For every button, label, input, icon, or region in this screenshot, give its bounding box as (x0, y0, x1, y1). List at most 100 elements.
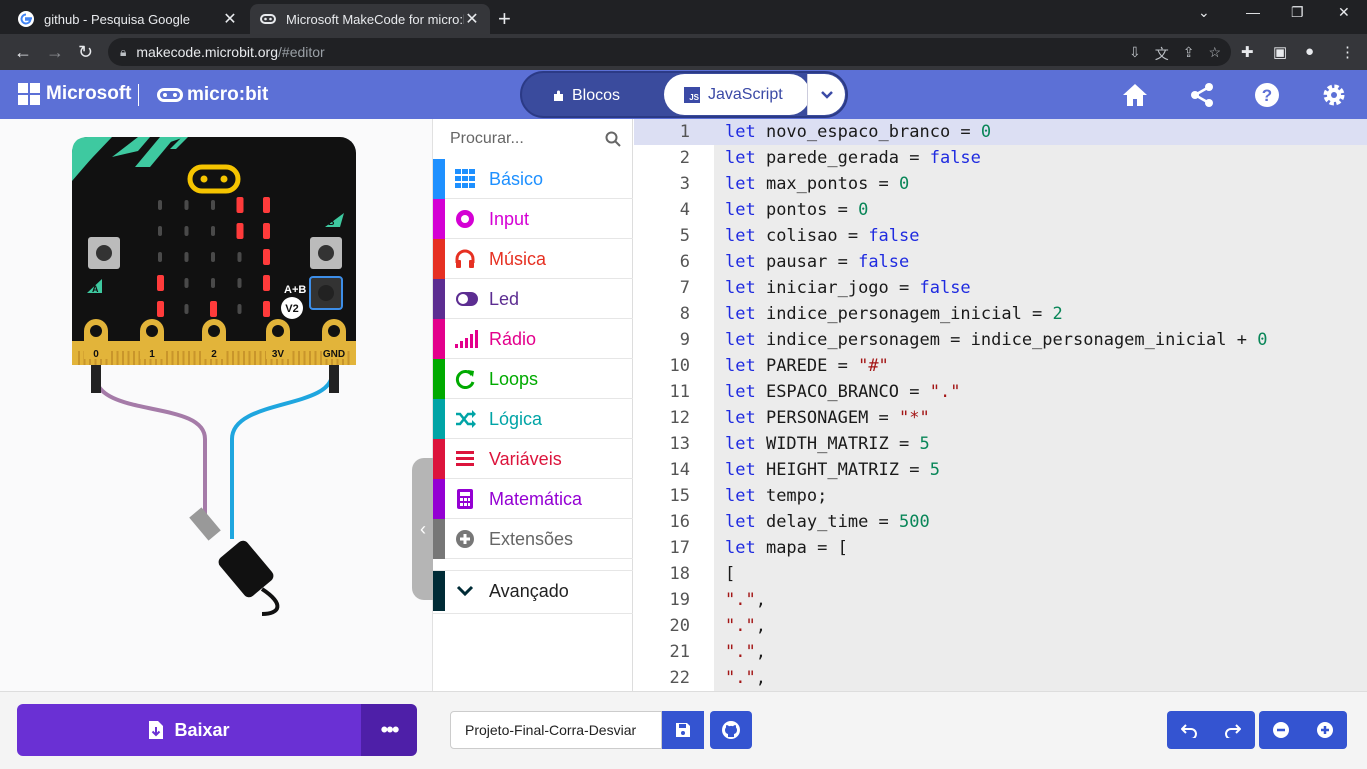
more-options-button[interactable]: ••• (361, 704, 417, 756)
url-field[interactable]: 🔒︎ makecode.microbit.org /#editor ⇩ 文 ⇪ … (108, 38, 1231, 66)
code-line[interactable]: 22 ".", (634, 665, 1367, 691)
toolbox-category-básico[interactable]: Básico (433, 159, 633, 199)
share-icon[interactable]: ⇪ (1183, 44, 1195, 64)
side-panel-icon[interactable]: ▣ (1273, 43, 1287, 61)
code-line[interactable]: 11 let ESPACO_BRANCO = "." (634, 379, 1367, 405)
code-line[interactable]: 9 let indice_personagem = indice_personag… (634, 327, 1367, 353)
save-icon (676, 723, 690, 737)
microbit-icon (157, 88, 183, 102)
category-color-bar (433, 239, 445, 279)
toolbox-category-música[interactable]: Música (433, 239, 633, 279)
code-line[interactable]: 6 let pausar = false (634, 249, 1367, 275)
code-line[interactable]: 8 let indice_personagem_inicial = 2 (634, 301, 1367, 327)
redo-icon[interactable] (1223, 722, 1241, 738)
toolbox-category-rádio[interactable]: Rádio (433, 319, 633, 359)
toolbox-category-extensões[interactable]: Extensões (433, 519, 633, 559)
code-line[interactable]: 5 let colisao = false (634, 223, 1367, 249)
led-on (236, 223, 244, 239)
tab-search-icon[interactable]: ⌄ (1198, 4, 1210, 21)
undo-icon[interactable] (1181, 722, 1199, 738)
line-number: 12 (634, 405, 690, 431)
code-line[interactable]: 10 let PAREDE = "#" (634, 353, 1367, 379)
code-line[interactable]: 16 let delay_time = 500 (634, 509, 1367, 535)
pin-3v[interactable]: 3V (266, 319, 290, 360)
category-color-bar (433, 279, 445, 319)
restore-icon[interactable]: ❐ (1291, 4, 1304, 21)
svg-text:?: ? (1262, 86, 1272, 105)
category-color-bar (433, 199, 445, 239)
line-number: 20 (634, 613, 690, 639)
editor-footer: Baixar ••• (0, 691, 1367, 769)
browser-tab-makecode[interactable]: Microsoft MakeCode for micro:bi ✕ (250, 4, 490, 34)
microbit-simulator[interactable]: A B A+B V2 0 1 2 3V GND (0, 119, 433, 691)
back-icon[interactable]: ← (14, 42, 32, 62)
category-color-bar (433, 479, 445, 519)
toolbox-category-led[interactable]: Led (433, 279, 633, 319)
menu-icon[interactable]: ⋮ (1340, 43, 1355, 61)
new-tab-icon[interactable]: + (498, 6, 511, 32)
led-on (263, 223, 270, 239)
bookmark-star-icon[interactable]: ☆ (1208, 44, 1221, 64)
code-line[interactable]: 20 ".", (634, 613, 1367, 639)
code-line[interactable]: 2 let parede_gerada = false (634, 145, 1367, 171)
code-line[interactable]: 4 let pontos = 0 (634, 197, 1367, 223)
language-dropdown-button[interactable] (807, 74, 845, 115)
project-name-input[interactable] (450, 711, 662, 749)
toolbox-category-input[interactable]: Input (433, 199, 633, 239)
collapse-simulator-button[interactable]: ‹ (412, 458, 434, 600)
code-line[interactable]: 18 [ (634, 561, 1367, 587)
toolbox-category-lógica[interactable]: Lógica (433, 399, 633, 439)
github-button[interactable] (710, 711, 752, 749)
home-icon[interactable] (1121, 81, 1149, 109)
minimize-icon[interactable]: — (1246, 4, 1260, 20)
zoom-in-icon[interactable] (1316, 721, 1334, 739)
toolbox-category-matemática[interactable]: Matemática (433, 479, 633, 519)
pin-0[interactable]: 0 (84, 319, 108, 360)
code-line[interactable]: 19 ".", (634, 587, 1367, 613)
profile-icon[interactable]: ● (1305, 43, 1314, 60)
reload-icon[interactable]: ↻ (78, 42, 93, 62)
download-button[interactable]: Baixar (17, 704, 361, 756)
translate-icon[interactable]: 文 (1155, 44, 1169, 64)
led-off (237, 278, 242, 288)
microsoft-logo[interactable]: Microsoft (18, 83, 132, 105)
code-text: let iniciar_jogo = false (725, 278, 971, 298)
gear-icon[interactable] (1320, 81, 1348, 109)
toolbox-category-variáveis[interactable]: Variáveis (433, 439, 633, 479)
extensions-icon[interactable]: ✚ (1241, 43, 1254, 61)
pin-2[interactable]: 2 (202, 319, 226, 360)
code-line[interactable]: 14 let HEIGHT_MATRIZ = 5 (634, 457, 1367, 483)
install-icon[interactable]: ⇩ (1129, 44, 1141, 64)
save-button[interactable] (662, 711, 704, 749)
close-window-icon[interactable]: ✕ (1338, 4, 1350, 21)
close-tab-icon[interactable]: ✕ (222, 9, 238, 29)
microbit-logo[interactable]: micro:bit (157, 84, 268, 106)
line-number: 17 (634, 535, 690, 561)
toolbox-search-input[interactable]: Procurar... (433, 119, 633, 159)
blocks-mode-button[interactable]: Blocos (552, 87, 620, 105)
zoom-out-icon[interactable] (1272, 721, 1290, 739)
download-icon (149, 721, 164, 739)
toolbox-category-loops[interactable]: Loops (433, 359, 633, 399)
help-icon[interactable]: ? (1253, 81, 1281, 109)
code-line[interactable]: 7 let iniciar_jogo = false (634, 275, 1367, 301)
pin-gnd[interactable]: GND (322, 319, 346, 360)
code-line[interactable]: 17 let mapa = [ (634, 535, 1367, 561)
code-line[interactable]: 13 let WIDTH_MATRIZ = 5 (634, 431, 1367, 457)
code-line[interactable]: 15 let tempo; (634, 483, 1367, 509)
code-line[interactable]: 12 let PERSONAGEM = "*" (634, 405, 1367, 431)
led-off (184, 278, 189, 288)
javascript-mode-button[interactable]: JS JavaScript (664, 74, 810, 115)
code-line[interactable]: 21 ".", (634, 639, 1367, 665)
category-label: Led (489, 289, 520, 309)
toolbox-category-avançado[interactable]: Avançado (433, 570, 633, 614)
code-line[interactable]: 1 let novo_espaco_branco = 0 (634, 119, 1367, 145)
close-tab-icon[interactable]: ✕ (464, 9, 480, 29)
code-line[interactable]: 3 let max_pontos = 0 (634, 171, 1367, 197)
browser-tab-google[interactable]: github - Pesquisa Google ✕ (8, 4, 248, 34)
pin-1[interactable]: 1 (140, 319, 164, 360)
code-editor[interactable]: 1 let novo_espaco_branco = 0 2 let parede_g… (634, 119, 1367, 691)
share-icon[interactable] (1188, 81, 1216, 109)
ellipsis-icon: ••• (380, 717, 399, 742)
forward-icon[interactable]: → (46, 42, 64, 62)
